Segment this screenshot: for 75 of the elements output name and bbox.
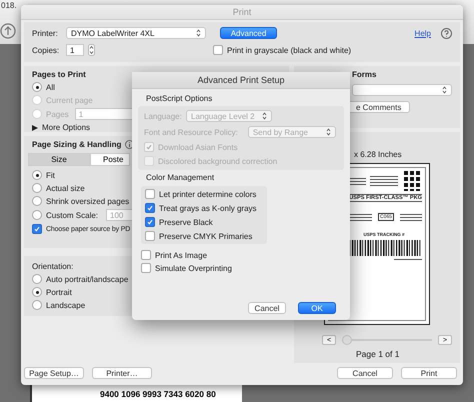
qr-code-drawing: [402, 171, 422, 191]
more-options-label[interactable]: More Options: [42, 123, 90, 132]
radio-button[interactable]: [32, 210, 42, 220]
section-title: Page Sizing & Handling: [32, 140, 122, 149]
radio-button[interactable]: [32, 287, 42, 297]
checkbox-label: Discolored background correction: [158, 156, 278, 166]
radio-button[interactable]: [32, 183, 42, 193]
dialog-button[interactable]: Cancel: [337, 367, 393, 379]
printer-label: Printer:: [32, 28, 59, 38]
tab[interactable]: Size: [28, 153, 90, 166]
checkbox[interactable]: [145, 231, 155, 241]
dialog-button[interactable]: Printer…: [92, 367, 152, 379]
language-label: Language:: [144, 112, 182, 120]
section-title: Forms: [352, 70, 376, 79]
radio-button[interactable]: [32, 82, 42, 92]
radio-button[interactable]: [32, 274, 42, 284]
grayscale-label: Print in grayscale (black and white): [227, 46, 352, 55]
cancel-button[interactable]: Cancel: [248, 302, 286, 314]
radio-label: Pages: [46, 110, 69, 118]
checkbox[interactable]: [32, 224, 42, 234]
checkbox-label: Download Asian Fonts: [158, 142, 238, 152]
printer-select[interactable]: DYMO LabelWriter 4XL: [66, 27, 206, 40]
chevrons-icon: [262, 112, 267, 120]
dialog-title: Advanced Print Setup: [197, 75, 285, 85]
checkbox[interactable]: [145, 203, 155, 213]
checkbox[interactable]: [141, 250, 151, 260]
section-title: Pages to Print: [32, 70, 86, 79]
dialog-button[interactable]: Print: [401, 367, 457, 379]
radio-label: Portrait: [46, 288, 72, 296]
checkbox[interactable]: [145, 189, 155, 199]
stepper-icon[interactable]: [88, 44, 95, 56]
radio-label: Actual size: [46, 184, 85, 192]
advanced-button[interactable]: Advanced: [220, 27, 277, 40]
slider-thumb[interactable]: [342, 335, 352, 345]
copies-field[interactable]: 1: [66, 44, 84, 56]
radio-label: Fit: [46, 170, 55, 180]
font-policy-label: Font and Resource Policy:: [144, 128, 238, 136]
checkbox-label: Treat grays as K-only grays: [159, 204, 257, 212]
help-link[interactable]: Help: [414, 28, 431, 38]
section-title: Orientation:: [32, 262, 74, 271]
tab[interactable]: Poste: [90, 153, 130, 166]
radio-label: Landscape: [46, 300, 86, 310]
radio-button[interactable]: [32, 170, 42, 180]
chevrons-icon: [326, 128, 331, 136]
radio-label: Shrink oversized pages: [46, 196, 130, 206]
page-count-text: Page 1 of 1: [355, 349, 400, 359]
checkbox[interactable]: [141, 263, 151, 273]
document-tab-title: 018.: [1, 1, 17, 10]
chevrons-icon: [442, 86, 447, 94]
comments-select[interactable]: [352, 84, 452, 96]
tracking-number: 9400 1096 9993 7343 6020 80: [100, 389, 216, 399]
radio-label: All: [46, 82, 55, 92]
paper-size-text: x 6.28 Inches: [353, 150, 402, 159]
section-title: PostScript Options: [145, 94, 214, 103]
radio-label: Custom Scale:: [46, 210, 98, 220]
checkbox-label: Preserve CMYK Primaries: [159, 232, 252, 240]
chevrons-icon: [196, 29, 201, 38]
checkbox-label: Let printer determine colors: [159, 190, 256, 198]
radio-button[interactable]: [32, 300, 42, 310]
checkbox-label: Print As Image: [155, 250, 208, 260]
ok-button[interactable]: OK: [298, 302, 336, 314]
dialog-button[interactable]: Page Setup…: [24, 367, 84, 379]
window-title: Print: [232, 7, 252, 18]
help-icon[interactable]: [441, 28, 452, 39]
radio-button[interactable]: [32, 196, 42, 206]
checkbox[interactable]: [213, 45, 223, 56]
section-title: Color Management: [145, 173, 216, 182]
checkbox-label: Preserve Black: [159, 218, 213, 226]
copies-label: Copies:: [32, 46, 60, 55]
checkbox[interactable]: [145, 217, 155, 227]
radio-label: Current page: [46, 96, 93, 104]
radio-label: Auto portrait/landscape: [46, 274, 128, 284]
disclosure-triangle-icon[interactable]: [32, 124, 38, 130]
upload-icon[interactable]: [0, 23, 16, 39]
checkbox-label: Simulate Overprinting: [155, 264, 232, 272]
